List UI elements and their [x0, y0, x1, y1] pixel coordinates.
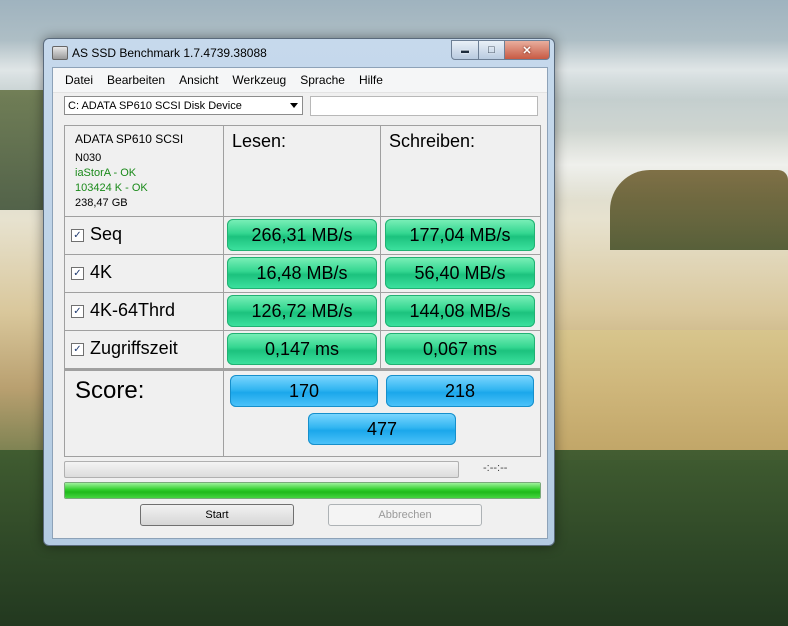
menu-bearbeiten[interactable]: Bearbeiten — [100, 73, 172, 87]
4k-64thrd-checkbox[interactable]: ✓ — [71, 305, 84, 318]
row-seq: ✓ Seq — [65, 217, 224, 255]
drive-info: ADATA SP610 SCSI N030 iaStorA - OK 10342… — [65, 126, 224, 217]
access-time-write-cell: 0,067 ms — [381, 331, 540, 369]
row-access-time: ✓ Zugriffszeit — [65, 331, 224, 369]
background-forest — [610, 170, 788, 250]
minimize-button[interactable]: ▬ — [451, 40, 479, 60]
4k-64thrd-read-cell: 126,72 MB/s — [224, 293, 381, 331]
client-area: Datei Bearbeiten Ansicht Werkzeug Sprach… — [52, 67, 548, 539]
seq-write-value: 177,04 MB/s — [385, 219, 535, 251]
4k-64thrd-read-value: 126,72 MB/s — [227, 295, 377, 327]
write-header: Schreiben: — [389, 131, 476, 151]
row-label: Zugriffszeit — [90, 338, 178, 358]
row-label: 4K — [90, 262, 113, 282]
minimize-icon: ▬ — [461, 45, 469, 55]
score-label: Score: — [75, 377, 145, 404]
seq-checkbox[interactable]: ✓ — [71, 229, 84, 242]
drive-dropdown[interactable]: C: ADATA SP610 SCSI Disk Device — [64, 96, 303, 115]
elapsed-timer: -:--:-- — [483, 462, 508, 474]
read-header-cell: Lesen: — [224, 126, 381, 217]
title-bar[interactable]: AS SSD Benchmark 1.7.4739.38088 ▬ □ ✕ — [44, 39, 554, 66]
menu-bar: Datei Bearbeiten Ansicht Werkzeug Sprach… — [53, 68, 547, 93]
row-4k: ✓ 4K — [65, 255, 224, 293]
results-grid: ADATA SP610 SCSI N030 iaStorA - OK 10342… — [64, 125, 541, 457]
4k-64thrd-write-cell: 144,08 MB/s — [381, 293, 540, 331]
close-icon: ✕ — [522, 44, 532, 57]
access-time-write-value: 0,067 ms — [385, 333, 535, 365]
row-label: Seq — [90, 224, 123, 244]
background-meadow — [555, 330, 788, 460]
seq-read-value: 266,31 MB/s — [227, 219, 377, 251]
4k-write-cell: 56,40 MB/s — [381, 255, 540, 293]
menu-sprache[interactable]: Sprache — [293, 73, 352, 87]
access-time-read-value: 0,147 ms — [227, 333, 377, 365]
score-read: 170 — [230, 375, 378, 407]
status-field — [310, 96, 538, 116]
access-time-read-cell: 0,147 ms — [224, 331, 381, 369]
write-header-cell: Schreiben: — [381, 126, 540, 217]
access-time-checkbox[interactable]: ✓ — [71, 343, 84, 356]
progress-bar-current — [64, 461, 459, 478]
menu-ansicht[interactable]: Ansicht — [172, 73, 225, 87]
maximize-icon: □ — [488, 44, 495, 56]
seq-read-cell: 266,31 MB/s — [224, 217, 381, 255]
menu-hilfe[interactable]: Hilfe — [352, 73, 390, 87]
4k-read-value: 16,48 MB/s — [227, 257, 377, 289]
row-label: 4K-64Thrd — [90, 300, 176, 320]
window-title: AS SSD Benchmark 1.7.4739.38088 — [72, 46, 267, 60]
score-label-cell: Score: — [65, 371, 224, 456]
4k-64thrd-write-value: 144,08 MB/s — [385, 295, 535, 327]
app-window: AS SSD Benchmark 1.7.4739.38088 ▬ □ ✕ Da… — [43, 38, 555, 546]
drive-capacity: 238,47 GB — [75, 197, 128, 209]
chevron-down-icon — [290, 103, 298, 108]
divider — [65, 369, 540, 371]
cancel-button[interactable]: Abbrechen — [328, 504, 482, 526]
alignment-status: 103424 K - OK — [75, 182, 148, 194]
4k-write-value: 56,40 MB/s — [385, 257, 535, 289]
seq-write-cell: 177,04 MB/s — [381, 217, 540, 255]
4k-read-cell: 16,48 MB/s — [224, 255, 381, 293]
driver-status: iaStorA - OK — [75, 167, 137, 179]
progress-bar-total — [64, 482, 541, 499]
drive-dropdown-value: C: ADATA SP610 SCSI Disk Device — [68, 99, 242, 112]
maximize-button[interactable]: □ — [479, 40, 505, 60]
score-total: 477 — [308, 413, 456, 445]
drive-firmware: N030 — [75, 152, 102, 164]
read-header: Lesen: — [232, 131, 287, 151]
menu-werkzeug[interactable]: Werkzeug — [225, 73, 293, 87]
close-button[interactable]: ✕ — [505, 40, 550, 60]
score-write: 218 — [386, 375, 534, 407]
drive-name: ADATA SP610 SCSI — [75, 132, 184, 146]
start-button[interactable]: Start — [140, 504, 294, 526]
row-4k-64thrd: ✓ 4K-64Thrd — [65, 293, 224, 331]
menu-datei[interactable]: Datei — [53, 73, 100, 87]
progress-fill — [65, 483, 540, 498]
score-cell: 170 218 477 — [224, 371, 540, 456]
4k-checkbox[interactable]: ✓ — [71, 267, 84, 280]
app-icon — [52, 46, 68, 60]
